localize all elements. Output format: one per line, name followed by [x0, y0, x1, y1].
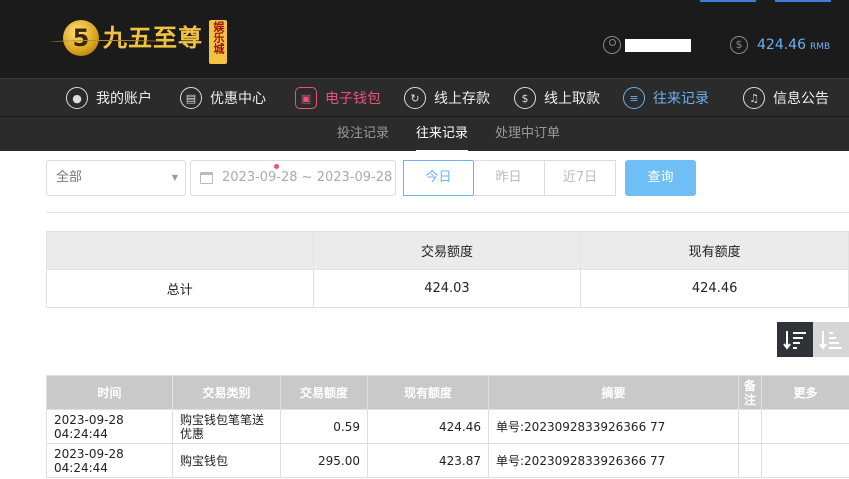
summary-header-transaction: 交易额度 [312, 231, 582, 270]
summary-table: 交易额度 现有额度 总计 424.03 424.46 [46, 231, 849, 308]
cell-amount: 0.59 [280, 409, 368, 444]
nav-e-wallet[interactable]: ▣ 电子钱包 [295, 79, 381, 117]
nav-label: 优惠中心 [210, 91, 266, 107]
brand-badge-text: 娱乐城 [212, 21, 225, 54]
sub-nav: 投注记录 往来记录 处理中订单 [0, 116, 849, 152]
summary-total-label: 总计 [46, 269, 314, 308]
col-header-type[interactable]: 交易类别 [172, 375, 281, 410]
cell-time: 2023-09-28 04:24:44 [46, 409, 173, 444]
cell-type: 购宝钱包笔笔送优惠 [172, 409, 281, 444]
main-nav: ● 我的账户 ▤ 优惠中心 ▣ 电子钱包 ↻ 线上存款 $ 线上取款 ≡ 往来记… [0, 78, 849, 169]
cell-amount: 295.00 [280, 443, 368, 478]
sort-desc-button[interactable] [777, 322, 813, 357]
wallet-icon: ▣ [295, 87, 317, 109]
nav-transaction-records[interactable]: ≡ 往来记录 [623, 79, 709, 117]
table-row[interactable]: 2023-09-28 04:24:44 购宝钱包笔笔送优惠 0.59 424.4… [46, 409, 849, 444]
type-select-value: 全部 [56, 170, 83, 185]
header-accent-bar [775, 0, 831, 2]
subtab-pending-orders[interactable]: 处理中订单 [495, 117, 560, 152]
nav-label: 我的账户 [96, 91, 152, 107]
gift-icon: ▤ [180, 87, 202, 109]
user-account[interactable] [603, 36, 691, 54]
col-header-summary[interactable]: 摘要 [488, 375, 739, 410]
divider [46, 212, 849, 213]
deposit-icon: ↻ [404, 87, 426, 109]
subtab-bet-records[interactable]: 投注记录 [337, 117, 389, 152]
user-icon [603, 36, 621, 54]
range-last7days-button[interactable]: 近7日 [544, 160, 616, 196]
chevron-down-icon: ▼ [171, 173, 178, 182]
balance-display: $ 424.46 RMB [730, 36, 830, 54]
range-yesterday-button[interactable]: 昨日 [473, 160, 545, 196]
nav-label: 往来记录 [653, 91, 709, 107]
cell-more[interactable] [761, 409, 849, 444]
cell-note [738, 409, 762, 444]
user-icon: ● [66, 87, 88, 109]
records-table: 时间 交易类别 交易额度 现有额度 摘要 备注 更多 2023-09-28 04… [46, 375, 849, 478]
dollar-coin-icon: $ [730, 36, 748, 54]
cell-time: 2023-09-28 04:24:44 [46, 443, 173, 478]
cell-more[interactable] [761, 443, 849, 478]
record-icon: ≡ [623, 87, 645, 109]
query-button[interactable]: 查询 [625, 160, 696, 196]
summary-total-current: 424.46 [580, 269, 849, 308]
col-header-more[interactable]: 更多 [761, 375, 849, 410]
brand-name: 九五至尊 [103, 23, 203, 52]
type-select[interactable]: 全部 ▼ [46, 160, 186, 196]
brand-badge: 娱乐城 [209, 20, 227, 64]
cell-balance: 424.46 [367, 409, 489, 444]
nav-online-withdraw[interactable]: $ 线上取款 [514, 79, 600, 117]
subtab-transaction-records[interactable]: 往来记录 [416, 117, 469, 152]
nav-announcements[interactable]: ♫ 信息公告 [743, 79, 829, 117]
date-range-value: 2023-09-28 ~ 2023-09-28 [222, 170, 393, 185]
nav-promotions[interactable]: ▤ 优惠中心 [180, 79, 266, 117]
top-header: 5 九五至尊 娱乐城 $ 424.46 RMB [0, 0, 849, 78]
balance-value: 424.46 [757, 37, 806, 53]
nav-label: 线上取款 [544, 91, 600, 107]
records-header-row: 时间 交易类别 交易额度 现有额度 摘要 备注 更多 [46, 375, 849, 410]
balance-currency: RMB [810, 41, 831, 52]
summary-header-blank [46, 231, 314, 270]
summary-row: 总计 424.03 424.46 [46, 269, 849, 308]
cell-balance: 423.87 [367, 443, 489, 478]
sort-asc-icon [819, 330, 842, 350]
table-row[interactable]: 2023-09-28 04:24:44 购宝钱包 295.00 423.87 单… [46, 443, 849, 478]
col-header-note[interactable]: 备注 [738, 375, 762, 410]
summary-header-current: 现有额度 [580, 231, 849, 270]
nav-online-deposit[interactable]: ↻ 线上存款 [404, 79, 490, 117]
summary-total-transaction: 424.03 [312, 269, 582, 308]
bell-icon: ♫ [743, 87, 765, 109]
brand-logo[interactable]: 5 九五至尊 娱乐城 [63, 20, 227, 68]
cell-summary: 单号:2023092833926366 77 [488, 409, 739, 444]
summary-header-row: 交易额度 现有额度 [46, 231, 849, 270]
withdraw-icon: $ [514, 87, 536, 109]
col-header-balance[interactable]: 现有额度 [367, 375, 489, 410]
logo-coin-icon: 5 [63, 20, 99, 56]
range-today-button[interactable]: 今日 [403, 160, 474, 196]
col-header-time[interactable]: 时间 [46, 375, 173, 410]
cell-summary: 单号:2023092833926366 77 [488, 443, 739, 478]
username-masked [625, 38, 691, 52]
nav-label: 电子钱包 [325, 91, 381, 107]
nav-my-account[interactable]: ● 我的账户 [66, 79, 152, 117]
logo-ornament [50, 40, 170, 44]
sort-asc-button[interactable] [813, 322, 849, 357]
col-header-amount[interactable]: 交易额度 [280, 375, 368, 410]
cell-type: 购宝钱包 [172, 443, 281, 478]
cell-note [738, 443, 762, 478]
sort-desc-icon [783, 330, 806, 350]
calendar-icon [200, 172, 213, 184]
date-range-picker[interactable]: 2023-09-28 ~ 2023-09-28 [190, 160, 396, 196]
nav-label: 线上存款 [434, 91, 490, 107]
header-accent-bar [700, 0, 756, 2]
nav-label: 信息公告 [773, 91, 829, 107]
